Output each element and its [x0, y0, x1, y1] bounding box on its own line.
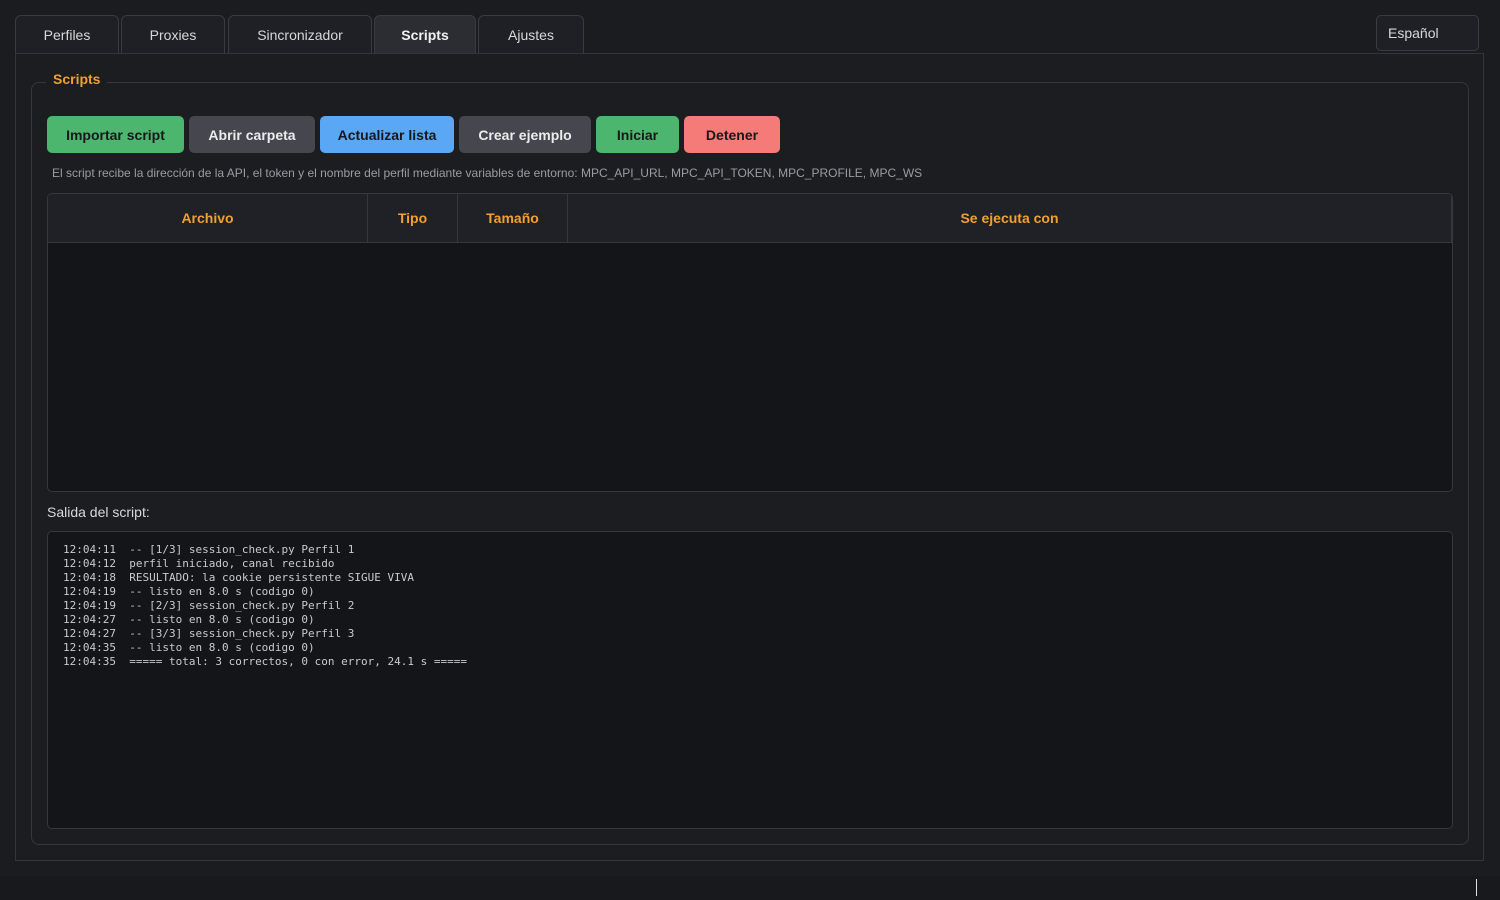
- refresh-list-button[interactable]: Actualizar lista: [320, 116, 454, 153]
- resize-grip[interactable]: [1476, 879, 1477, 896]
- script-output-console[interactable]: 12:04:11 -- [1/3] session_check.py Perfi…: [47, 531, 1453, 829]
- log-line: 12:04:35 ===== total: 3 correctos, 0 con…: [63, 655, 467, 668]
- column-header-archivo[interactable]: Archivo: [48, 194, 368, 242]
- column-header-tamano[interactable]: Tamaño: [458, 194, 568, 242]
- column-header-tipo[interactable]: Tipo: [368, 194, 458, 242]
- scripts-table[interactable]: Archivo Tipo Tamaño Se ejecuta con: [47, 193, 1453, 492]
- log-line: 12:04:19 -- listo en 8.0 s (codigo 0): [63, 585, 315, 598]
- tab-perfiles[interactable]: Perfiles: [15, 15, 119, 53]
- create-example-button[interactable]: Crear ejemplo: [459, 116, 591, 153]
- log-line: 12:04:19 -- [2/3] session_check.py Perfi…: [63, 599, 355, 612]
- output-label: Salida del script:: [47, 504, 150, 520]
- log-line: 12:04:11 -- [1/3] session_check.py Perfi…: [63, 543, 355, 556]
- env-vars-hint: El script recibe la dirección de la API,…: [52, 166, 923, 180]
- column-header-se-ejecuta-con[interactable]: Se ejecuta con: [568, 194, 1452, 242]
- log-line: 12:04:35 -- listo en 8.0 s (codigo 0): [63, 641, 315, 654]
- status-bar: [0, 876, 1500, 900]
- import-script-button[interactable]: Importar script: [47, 116, 184, 153]
- open-folder-button[interactable]: Abrir carpeta: [189, 116, 315, 153]
- table-header: Archivo Tipo Tamaño Se ejecuta con: [48, 194, 1452, 243]
- log-line: 12:04:12 perfil iniciado, canal recibido: [63, 557, 335, 570]
- tab-sincronizador[interactable]: Sincronizador: [228, 15, 372, 53]
- scripts-group-title: Scripts: [46, 70, 108, 88]
- start-button[interactable]: Iniciar: [596, 116, 679, 153]
- log-line: 12:04:27 -- listo en 8.0 s (codigo 0): [63, 613, 315, 626]
- log-line: 12:04:18 RESULTADO: la cookie persistent…: [63, 571, 415, 584]
- tab-scripts[interactable]: Scripts: [374, 15, 476, 53]
- tab-ajustes[interactable]: Ajustes: [478, 15, 584, 53]
- language-select[interactable]: Español: [1376, 15, 1479, 51]
- stop-button[interactable]: Detener: [684, 116, 780, 153]
- tab-proxies[interactable]: Proxies: [121, 15, 225, 53]
- log-line: 12:04:27 -- [3/3] session_check.py Perfi…: [63, 627, 355, 640]
